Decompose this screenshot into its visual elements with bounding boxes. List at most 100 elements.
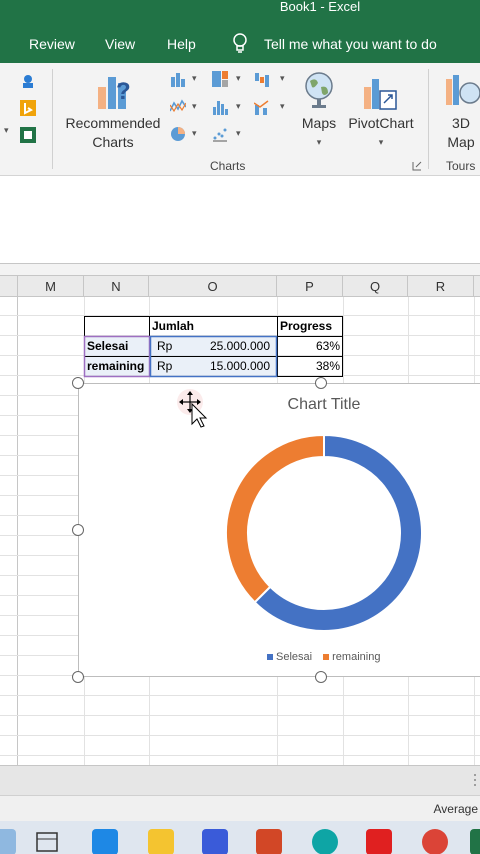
chrome-icon[interactable] — [422, 829, 448, 854]
doughnut-chart[interactable]: Chart Title Selesai remaining — [78, 383, 480, 677]
tell-me-search[interactable]: Tell me what you want to do — [264, 36, 437, 52]
lightbulb-icon[interactable] — [232, 33, 248, 55]
maps-globe-icon[interactable] — [304, 71, 334, 109]
header-jumlah[interactable]: Jumlah — [152, 316, 194, 336]
doughnut-plot[interactable] — [219, 428, 429, 638]
recommended-charts-label2: Charts — [92, 134, 134, 150]
task-view-icon[interactable] — [34, 829, 60, 854]
people-graph-icon[interactable] — [20, 73, 36, 89]
powerpoint-icon[interactable] — [256, 829, 282, 854]
chart-legend[interactable]: Selesai remaining — [267, 651, 380, 663]
ribbon-tabs: Review View Help Tell me what you want t… — [0, 20, 480, 63]
header-progress[interactable]: Progress — [280, 316, 332, 336]
row-header-corner[interactable] — [0, 276, 18, 297]
column-chart-icon[interactable] — [170, 71, 186, 87]
addins-caret[interactable]: ▾ — [4, 125, 9, 136]
taskbar — [0, 821, 480, 854]
separator — [52, 69, 53, 169]
doughnut-slice-remaining[interactable] — [225, 433, 325, 604]
maps-label: Maps — [301, 115, 337, 131]
pie-chart-icon[interactable] — [170, 126, 186, 142]
title-bar: Book1 - Excel — [0, 0, 480, 20]
pie-chart-caret[interactable]: ▾ — [192, 128, 197, 139]
charts-group-label: Charts — [210, 159, 246, 173]
resize-handle-top-middle[interactable] — [315, 377, 327, 389]
column-headers: M N O P Q R — [0, 275, 480, 297]
mail-icon[interactable] — [92, 829, 118, 854]
pivotchart-button[interactable]: PivotChart ▾ — [344, 114, 418, 152]
pivotchart-label: PivotChart — [348, 115, 414, 131]
waterfall-chart-icon[interactable] — [254, 71, 270, 87]
resize-handle-top-left[interactable] — [72, 377, 84, 389]
gridline — [0, 695, 480, 696]
legend-swatch-remaining — [323, 654, 330, 661]
row-label-selesai[interactable]: Selesai — [87, 336, 128, 356]
currency-selesai[interactable]: Rp — [157, 336, 172, 356]
combo-chart-icon[interactable] — [254, 99, 270, 115]
combo-chart-caret[interactable]: ▾ — [280, 101, 285, 112]
currency-remaining[interactable]: Rp — [157, 356, 172, 376]
row-label-remaining[interactable]: remaining — [87, 356, 144, 376]
legend-swatch-selesai — [267, 654, 273, 661]
legend-label-remaining: remaining — [332, 651, 381, 663]
maps-button[interactable]: Maps ▾ — [296, 114, 342, 152]
bing-maps-icon[interactable] — [20, 100, 36, 116]
statistic-chart-icon[interactable] — [212, 99, 228, 115]
file-explorer-icon[interactable] — [148, 829, 174, 854]
gridline — [0, 735, 480, 736]
column-chart-caret[interactable]: ▾ — [192, 73, 197, 84]
chart-title[interactable]: Chart Title — [239, 396, 409, 414]
svg-text:?: ? — [116, 78, 131, 105]
column-header-q[interactable]: Q — [343, 276, 408, 297]
sheet-tab-bar — [0, 765, 480, 795]
pdf-reader-icon[interactable] — [366, 829, 392, 854]
3d-map-label1: 3D — [452, 115, 470, 131]
waterfall-chart-caret[interactable]: ▾ — [280, 73, 285, 84]
statistic-chart-caret[interactable]: ▾ — [236, 101, 241, 112]
visio-icon[interactable] — [20, 127, 36, 143]
maps-caret: ▾ — [316, 137, 322, 147]
column-header-r[interactable]: R — [408, 276, 474, 297]
taskbar-app-icon[interactable] — [0, 829, 16, 854]
resize-handle-bottom-left[interactable] — [72, 671, 84, 683]
window-title: Book1 - Excel — [279, 0, 361, 14]
scatter-chart-caret[interactable]: ▾ — [236, 128, 241, 139]
legend-label-selesai: Selesai — [276, 651, 313, 663]
hierarchy-chart-icon[interactable] — [212, 71, 228, 87]
progress-remaining[interactable]: 38% — [280, 356, 340, 376]
ribbon: ▾ ? Recommended Charts ▾ ▾ ▾ ▾ ▾ ▾ ▾ ▾ M… — [0, 63, 480, 176]
excel-icon[interactable] — [470, 829, 480, 854]
separator — [428, 69, 429, 169]
line-chart-caret[interactable]: ▾ — [192, 101, 197, 112]
3d-map-button[interactable]: 3D Map — [436, 114, 480, 152]
recommended-charts-icon[interactable]: ? — [96, 69, 134, 113]
tab-help[interactable]: Help — [167, 36, 196, 52]
recommended-charts-button[interactable]: Recommended Charts — [62, 114, 164, 152]
resize-handle-bottom-middle[interactable] — [315, 671, 327, 683]
gridline — [0, 755, 480, 756]
column-header-m[interactable]: M — [18, 276, 84, 297]
scatter-chart-icon[interactable] — [212, 126, 228, 142]
edge-icon[interactable] — [312, 829, 338, 854]
recommended-charts-label1: Recommended — [65, 115, 161, 131]
column-header-p[interactable]: P — [277, 276, 343, 297]
progress-selesai[interactable]: 63% — [280, 336, 340, 356]
move-cursor-icon — [177, 389, 208, 428]
status-bar: Average — [0, 795, 480, 821]
formula-area[interactable] — [0, 176, 480, 264]
dialog-launcher-icon[interactable] — [412, 161, 422, 171]
hierarchy-chart-caret[interactable]: ▾ — [236, 73, 241, 84]
amount-selesai[interactable]: 25.000.000 — [180, 336, 270, 356]
app-icon[interactable] — [202, 829, 228, 854]
column-header-n[interactable]: N — [84, 276, 149, 297]
tab-view[interactable]: View — [105, 36, 135, 52]
tab-review[interactable]: Review — [29, 36, 75, 52]
gridline — [0, 315, 480, 316]
pivotchart-icon[interactable] — [362, 73, 398, 111]
column-header-o[interactable]: O — [149, 276, 277, 297]
resize-handle-middle-left[interactable] — [72, 524, 84, 536]
3d-map-icon[interactable] — [444, 73, 480, 109]
amount-remaining[interactable]: 15.000.000 — [180, 356, 270, 376]
scroll-grip-icon[interactable] — [472, 772, 478, 788]
line-chart-icon[interactable] — [170, 99, 186, 115]
